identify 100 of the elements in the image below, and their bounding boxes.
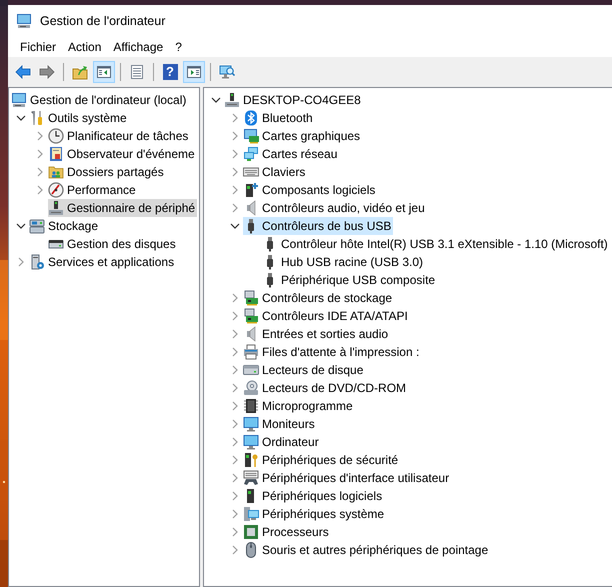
tree-item[interactable]: Services et applications <box>29 253 176 271</box>
log-book-icon <box>48 146 64 162</box>
pane-icon <box>96 64 112 80</box>
disk-drive-icon <box>243 362 259 378</box>
tree-item[interactable]: Gestion des disques <box>48 235 178 253</box>
tree-item[interactable]: Dossiers partagés <box>48 163 166 181</box>
expand-chevron-icon[interactable] <box>230 545 240 555</box>
tree-item[interactable]: Performance <box>48 181 138 199</box>
tree-item[interactable]: Moniteurs <box>243 415 317 433</box>
collapse-chevron-icon[interactable] <box>230 221 240 231</box>
expand-chevron-icon[interactable] <box>230 113 240 123</box>
tree-item[interactable]: Outils système <box>29 109 129 127</box>
tree-item[interactable]: Observateur d'événeme <box>48 145 197 163</box>
clock-icon <box>48 128 64 144</box>
tree-item[interactable]: Ordinateur <box>243 433 321 451</box>
expand-chevron-icon[interactable] <box>230 455 240 465</box>
help-button[interactable]: ? <box>159 60 181 82</box>
tree-item[interactable]: Contrôleurs audio, vidéo et jeu <box>243 199 427 217</box>
tree-item[interactable]: Cartes graphiques <box>243 127 362 145</box>
tree-item[interactable]: Claviers <box>243 163 308 181</box>
tree-item[interactable]: Composants logiciels <box>243 181 378 199</box>
gauge-icon <box>48 182 64 198</box>
tree-item[interactable]: Périphériques système <box>243 505 386 523</box>
expand-chevron-icon[interactable] <box>230 473 240 483</box>
collapse-chevron-icon[interactable] <box>211 95 221 105</box>
tree-item[interactable]: Périphériques de sécurité <box>243 451 400 469</box>
back-arrow-icon <box>15 64 31 80</box>
expand-chevron-icon[interactable] <box>230 527 240 537</box>
tree-item[interactable]: Gestionnaire de périphé <box>48 199 198 217</box>
disc-drive-icon <box>243 380 259 396</box>
server-gear-icon <box>29 254 45 270</box>
expand-chevron-icon[interactable] <box>230 149 240 159</box>
tree-item[interactable]: Cartes réseau <box>243 145 340 163</box>
tree-item[interactable]: Lecteurs de DVD/CD-ROM <box>243 379 408 397</box>
tree-item[interactable]: Contrôleur hôte Intel(R) USB 3.1 eXtensible - 1.10 (Microsoft) <box>262 235 610 253</box>
tower-monitor-icon <box>243 506 259 522</box>
computer-device-icon <box>224 92 240 108</box>
expand-chevron-icon[interactable] <box>35 131 45 141</box>
tree-item[interactable]: Contrôleurs de bus USB <box>243 217 394 235</box>
expand-chevron-icon[interactable] <box>230 203 240 213</box>
processor-icon <box>243 524 259 540</box>
window-title: Gestion de l'ordinateur <box>40 14 166 28</box>
monitor-icon <box>243 416 259 432</box>
collapse-chevron-icon[interactable] <box>16 113 26 123</box>
tree-item[interactable]: Entrées et sorties audio <box>243 325 390 343</box>
tree-item[interactable]: Processeurs <box>243 523 331 541</box>
tower-key-icon <box>243 452 259 468</box>
controller-card-icon <box>243 290 259 306</box>
tree-item[interactable]: Périphérique USB composite <box>262 271 438 289</box>
expand-chevron-icon[interactable] <box>230 419 240 429</box>
computer-icon <box>11 92 27 108</box>
tree-item[interactable]: Contrôleurs IDE ATA/ATAPI <box>243 307 410 325</box>
network-icon <box>243 146 259 162</box>
expand-chevron-icon[interactable] <box>230 437 240 447</box>
expand-chevron-icon[interactable] <box>16 257 26 267</box>
tree-item[interactable]: Microprogramme <box>243 397 355 415</box>
tree-item[interactable]: Souris et autres périphériques de pointage <box>243 541 490 559</box>
collapse-chevron-icon[interactable] <box>16 221 26 231</box>
console-tree-button[interactable] <box>93 60 115 82</box>
menu-item[interactable]: Fichier <box>14 40 62 54</box>
expand-chevron-icon[interactable] <box>230 383 240 393</box>
tree-item[interactable]: Gestion de l'ordinateur (local) <box>11 91 188 109</box>
monitor-magnifier-icon <box>219 64 235 80</box>
controller-card-icon <box>243 308 259 324</box>
expand-chevron-icon[interactable] <box>230 185 240 195</box>
tree-item[interactable]: Périphériques logiciels <box>243 487 384 505</box>
list-icon <box>129 64 145 80</box>
expand-chevron-icon[interactable] <box>230 311 240 321</box>
tree-item[interactable]: Files d'attente à l'impression : <box>243 343 422 361</box>
expand-chevron-icon[interactable] <box>35 185 45 195</box>
expand-chevron-icon[interactable] <box>230 401 240 411</box>
tree-item[interactable]: Hub USB racine (USB 3.0) <box>262 253 426 271</box>
expand-chevron-icon[interactable] <box>230 131 240 141</box>
expand-chevron-icon[interactable] <box>230 491 240 501</box>
tree-item[interactable]: Bluetooth <box>243 109 315 127</box>
expand-chevron-icon[interactable] <box>230 329 240 339</box>
printer-icon <box>243 344 259 360</box>
bluetooth-icon <box>243 110 259 126</box>
chip-icon <box>243 398 259 414</box>
forward-arrow-icon <box>39 64 55 80</box>
tree-item[interactable]: DESKTOP-CO4GEE8 <box>224 91 363 109</box>
menu-item[interactable]: ? <box>169 40 188 54</box>
tree-item[interactable]: Stockage <box>29 217 100 235</box>
tree-item[interactable]: Planificateur de tâches <box>48 127 190 145</box>
expand-chevron-icon[interactable] <box>230 167 240 177</box>
expand-chevron-icon[interactable] <box>35 149 45 159</box>
expand-chevron-icon[interactable] <box>230 365 240 375</box>
expand-chevron-icon[interactable] <box>230 293 240 303</box>
menu-item[interactable]: Action <box>62 40 108 54</box>
tower-plus-icon <box>243 182 259 198</box>
expand-chevron-icon[interactable] <box>230 347 240 357</box>
tree-item[interactable]: Périphériques d'interface utilisateur <box>243 469 452 487</box>
tree-item[interactable]: Contrôleurs de stockage <box>243 289 394 307</box>
computer-icon <box>16 13 32 29</box>
expand-chevron-icon[interactable] <box>35 167 45 177</box>
expand-chevron-icon[interactable] <box>230 509 240 519</box>
action-pane-button[interactable] <box>183 60 205 82</box>
folder-arrow-icon <box>72 64 88 80</box>
menu-item[interactable]: Affichage <box>107 40 170 54</box>
tree-item[interactable]: Lecteurs de disque <box>243 361 366 379</box>
